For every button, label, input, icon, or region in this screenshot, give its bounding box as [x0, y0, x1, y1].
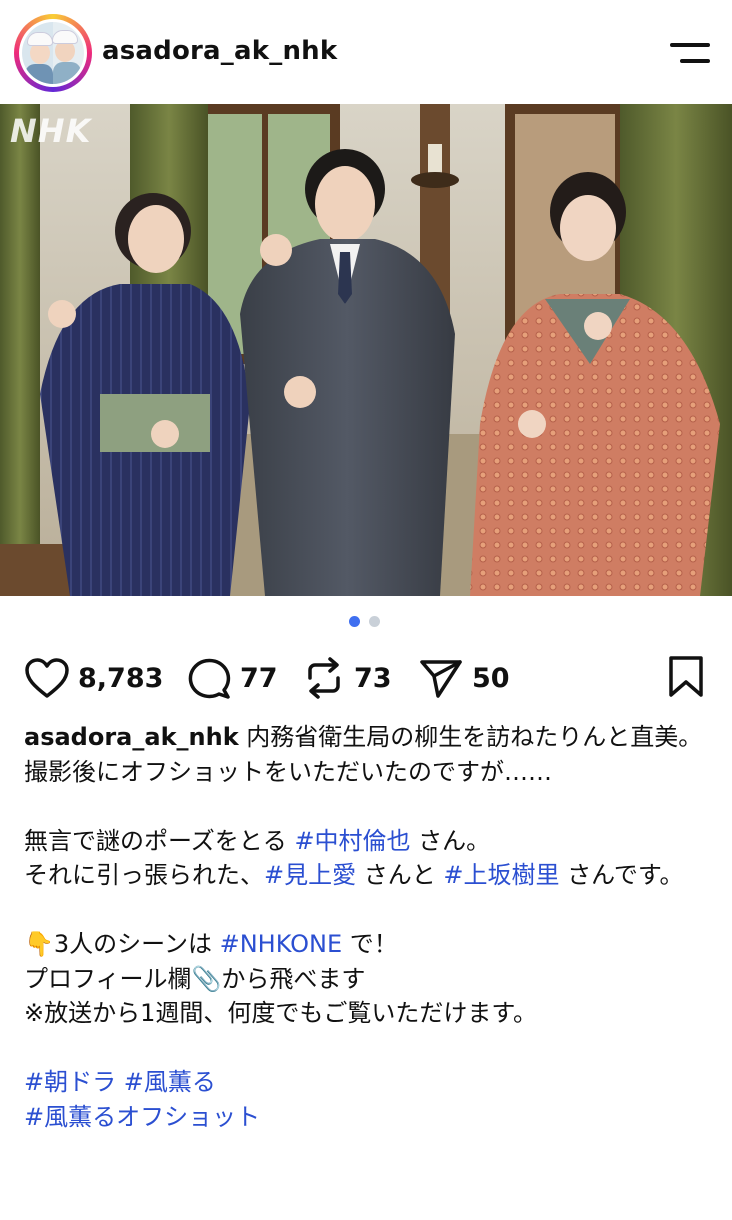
comment-count: 77 [240, 662, 278, 694]
post-image [0, 104, 732, 596]
caption-text: 内務省衛生局の柳生を訪ねたりんと直美。 [238, 723, 703, 751]
comment-button[interactable]: 77 [186, 650, 278, 706]
caption-text: 3人のシーンは [53, 930, 220, 958]
caption-text: さんと [356, 861, 444, 889]
caption-username[interactable]: asadora_ak_nhk [24, 723, 239, 751]
save-button[interactable] [668, 655, 704, 703]
carousel-dot-active [349, 616, 360, 627]
paperclip-emoji-icon: 📎 [191, 964, 222, 993]
caption-text: プロフィール欄 [24, 964, 192, 993]
hashtag-link[interactable]: #朝ドラ [24, 1068, 116, 1096]
repost-button[interactable]: 73 [302, 650, 392, 706]
action-bar: 8,783 77 73 50 [0, 650, 732, 706]
hashtag-link[interactable]: #風薫るオフショット [24, 1103, 260, 1131]
like-button[interactable]: 8,783 [24, 650, 163, 706]
hashtag-link[interactable]: #風薫る [124, 1068, 216, 1096]
caption-text: ※放送から1週間、何度でもご覧いただけます。 [24, 999, 537, 1027]
post-caption: asadora_ak_nhk 内務省衛生局の柳生を訪ねたりんと直美。 撮影後にオ… [24, 720, 710, 1134]
caption-text: さんです。 [559, 861, 684, 889]
caption-paragraph-2: 無言で謎のポーズをとる #中村倫也 さん。 それに引っ張られた、#見上愛 さんと… [24, 824, 710, 893]
pointing-down-emoji-icon: 👇 [24, 930, 54, 958]
bookmark-icon [669, 656, 703, 697]
hashtag-link[interactable]: #NHKONE [220, 930, 343, 958]
hashtag-link[interactable]: #見上愛 [264, 861, 356, 889]
repost-icon [308, 657, 340, 699]
comment-icon [188, 658, 231, 699]
menu-icon[interactable] [670, 40, 710, 68]
repost-count: 73 [354, 662, 392, 694]
caption-text: それに引っ張られた、 [24, 861, 264, 889]
caption-text: から飛べます [221, 964, 366, 993]
profile-avatar-icon [22, 22, 84, 84]
share-button[interactable]: 50 [418, 650, 510, 706]
account-username[interactable]: asadora_ak_nhk [102, 36, 337, 66]
post-photo[interactable]: NHK [0, 104, 732, 596]
hashtag-link[interactable]: #中村倫也 [294, 827, 410, 855]
caption-text: 撮影後にオフショットをいただいたのですが…… [24, 757, 552, 786]
caption-paragraph-1: asadora_ak_nhk 内務省衛生局の柳生を訪ねたりんと直美。 撮影後にオ… [24, 720, 710, 789]
nhk-watermark: NHK [10, 112, 92, 150]
share-count: 50 [472, 662, 510, 694]
like-count: 8,783 [78, 662, 164, 694]
post-header: asadora_ak_nhk [0, 0, 732, 104]
hashtag-link[interactable]: #上坂樹里 [443, 861, 559, 889]
caption-paragraph-3: 👇3人のシーンは #NHKONE で！ プロフィール欄📎から飛べます ※放送から… [24, 927, 710, 1031]
carousel-dot [369, 616, 380, 627]
heart-icon [25, 658, 69, 698]
avatar[interactable] [14, 14, 92, 92]
caption-text: さん。 [410, 826, 491, 855]
caption-text: 無言で謎のポーズをとる [24, 826, 295, 855]
send-icon [420, 660, 462, 698]
caption-text: で！ [342, 930, 398, 958]
caption-hashtags: #朝ドラ #風薫る #風薫るオフショット [24, 1065, 710, 1134]
